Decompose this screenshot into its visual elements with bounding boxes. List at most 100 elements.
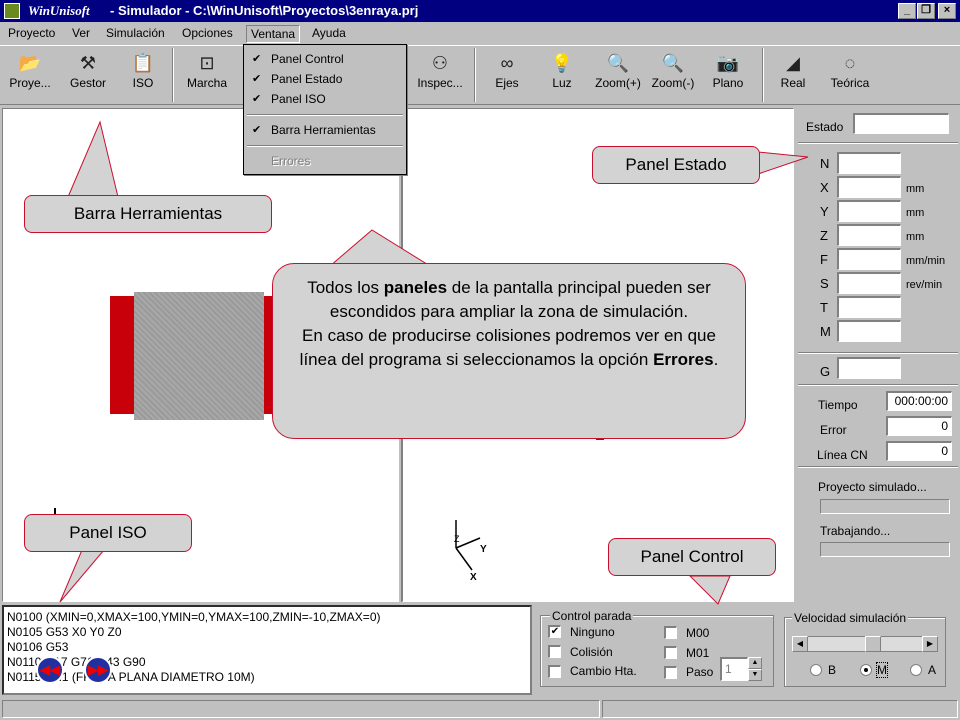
menu-simulacion[interactable]: Simulación bbox=[104, 25, 167, 43]
estado-y-unit: mm bbox=[906, 207, 925, 219]
axis-z-label: Z bbox=[454, 534, 460, 544]
paso-checkbox[interactable] bbox=[664, 666, 677, 679]
estado-t-label: T bbox=[820, 300, 828, 315]
menu-ver[interactable]: Ver bbox=[70, 25, 92, 43]
iso-line[interactable]: N0106 G53 bbox=[7, 640, 530, 655]
toolbar-label: Ejes bbox=[495, 76, 519, 90]
toolbar-separator bbox=[172, 48, 174, 102]
zoom-in-icon: 🔍 bbox=[606, 53, 630, 73]
estado-t-field[interactable] bbox=[837, 296, 901, 318]
app-icon[interactable] bbox=[4, 3, 20, 19]
toolbar-iso-button[interactable]: 📋 ISO bbox=[120, 50, 166, 100]
m00-label: M00 bbox=[686, 626, 710, 640]
callout-text: . bbox=[713, 350, 719, 369]
estado-f-field[interactable] bbox=[837, 248, 901, 270]
callout-text-bold: Errores bbox=[653, 350, 714, 369]
toolbar-label: Plano bbox=[712, 76, 744, 90]
estado-x-field[interactable] bbox=[837, 176, 901, 198]
radio-m[interactable] bbox=[860, 664, 872, 676]
x-axis-line bbox=[455, 547, 473, 571]
menu-opciones[interactable]: Opciones bbox=[180, 25, 235, 43]
estado-z-unit: mm bbox=[906, 231, 925, 243]
window-title: - Simulador - C:\WinUnisoft\Proyectos\3e… bbox=[110, 3, 419, 18]
menu-ayuda[interactable]: Ayuda bbox=[310, 25, 348, 43]
toolbar-luz-button[interactable]: 💡 Luz bbox=[538, 50, 586, 100]
rewind-icon: ◀◀ bbox=[40, 662, 60, 677]
toolbar-inspec-button[interactable]: ⚇ Inspec... bbox=[412, 50, 468, 100]
menu-item-panel-control[interactable]: ✔ Panel Control bbox=[244, 49, 406, 69]
checkmark-icon: ✔ bbox=[550, 626, 560, 637]
slider-left-arrow[interactable]: ◀ bbox=[792, 636, 808, 652]
real-view-icon: ◢ bbox=[786, 53, 800, 73]
minimize-button[interactable]: _ bbox=[898, 3, 916, 19]
toolbar-real-button[interactable]: ◢ Real bbox=[770, 50, 816, 100]
estado-s-field[interactable] bbox=[837, 272, 901, 294]
toolbar-proyecto-button[interactable]: 📂 Proye... bbox=[4, 50, 56, 100]
estado-label: Estado bbox=[806, 120, 844, 134]
theoretical-view-icon: ◌ bbox=[844, 53, 856, 73]
cambio-hta-label: Cambio Hta. bbox=[570, 664, 637, 678]
axis-indicator: Z Y X bbox=[454, 520, 487, 583]
estado-m-field[interactable] bbox=[837, 320, 901, 342]
proyecto-progress-bar bbox=[820, 499, 950, 514]
estado-s-unit: rev/min bbox=[906, 279, 943, 291]
y-axis-line bbox=[455, 537, 481, 549]
iso-panel[interactable]: N0100 (XMIN=0,XMAX=100,YMIN=0,YMAX=100,Z… bbox=[2, 605, 532, 695]
colision-label: Colisión bbox=[570, 645, 613, 659]
radio-b[interactable] bbox=[810, 664, 822, 676]
app-name: WinUnisoft bbox=[28, 3, 90, 18]
rewind-button[interactable]: ◀◀ bbox=[36, 656, 64, 684]
status-bar-section bbox=[2, 700, 600, 718]
paso-input[interactable]: 1 bbox=[720, 657, 748, 681]
g-field[interactable] bbox=[837, 357, 901, 379]
forward-button[interactable]: ▶▶ bbox=[84, 656, 112, 684]
toolbar-label: Inspec... bbox=[417, 76, 463, 90]
menu-item-panel-estado[interactable]: ✔ Panel Estado bbox=[244, 69, 406, 89]
checkmark-icon: ✔ bbox=[252, 73, 262, 85]
paso-spin-up[interactable]: ▲ bbox=[748, 657, 762, 669]
ventana-menu: ✔ Panel Control ✔ Panel Estado ✔ Panel ISO … bbox=[243, 44, 407, 175]
estado-x-unit: mm bbox=[906, 183, 925, 195]
colision-checkbox[interactable] bbox=[548, 645, 561, 658]
menu-ventana[interactable]: Ventana bbox=[246, 25, 301, 43]
estado-z-label: Z bbox=[820, 228, 828, 243]
forward-icon: ▶▶ bbox=[88, 662, 108, 677]
iso-line[interactable]: N0100 (XMIN=0,XMAX=100,YMIN=0,YMAX=100,Z… bbox=[7, 610, 530, 625]
radio-a[interactable] bbox=[910, 664, 922, 676]
arrow-right-icon: ▶ bbox=[926, 639, 934, 648]
callout-text: Todos los bbox=[307, 278, 384, 297]
estado-field[interactable] bbox=[853, 113, 949, 134]
paso-label: Paso bbox=[686, 665, 714, 679]
axis-x-label: X bbox=[470, 572, 477, 583]
paso-spin-down[interactable]: ▼ bbox=[748, 669, 762, 681]
m00-checkbox[interactable] bbox=[664, 626, 677, 639]
toolbar-zoom-out-button[interactable]: 🔍 Zoom(-) bbox=[646, 50, 700, 100]
slider-right-arrow[interactable]: ▶ bbox=[922, 636, 938, 652]
close-button[interactable]: × bbox=[938, 3, 956, 19]
title-bar[interactable]: WinUnisoft - Simulador - C:\WinUnisoft\P… bbox=[0, 0, 960, 22]
iso-line[interactable]: N0105 G53 X0 Y0 Z0 bbox=[7, 625, 530, 640]
cambio-hta-checkbox[interactable] bbox=[548, 665, 561, 678]
estado-z-field[interactable] bbox=[837, 224, 901, 246]
maximize-button[interactable]: ❐ bbox=[917, 3, 935, 19]
toolbar-label: Real bbox=[780, 76, 806, 90]
tiempo-field: 000:00:00 bbox=[886, 391, 952, 411]
toolbar-teorica-button[interactable]: ◌ Teórica bbox=[822, 50, 878, 100]
toolbar-ejes-button[interactable]: ∞ Ejes bbox=[482, 50, 532, 100]
arrow-left-icon: ◀ bbox=[796, 639, 804, 648]
toolbar-marcha-button[interactable]: ⊡ Marcha bbox=[180, 50, 234, 100]
menu-item-panel-iso[interactable]: ✔ Panel ISO bbox=[244, 89, 406, 109]
menu-item-barra-herramientas[interactable]: ✔ Barra Herramientas bbox=[244, 120, 406, 140]
toolbar-zoom-in-button[interactable]: 🔍 Zoom(+) bbox=[590, 50, 646, 100]
estado-n-field[interactable] bbox=[837, 152, 901, 174]
toolbar-label: Zoom(+) bbox=[595, 76, 641, 90]
menu-proyecto[interactable]: Proyecto bbox=[6, 25, 57, 43]
m01-checkbox[interactable] bbox=[664, 646, 677, 659]
ninguno-checkbox[interactable]: ✔ bbox=[548, 625, 561, 638]
toolbar-label: Luz bbox=[552, 76, 572, 90]
toolbar-plano-button[interactable]: 📷 Plano bbox=[704, 50, 752, 100]
toolbar-gestor-button[interactable]: ⚒ Gestor bbox=[62, 50, 114, 100]
velocidad-slider-thumb[interactable] bbox=[865, 636, 881, 652]
estado-y-field[interactable] bbox=[837, 200, 901, 222]
menu-item-errores[interactable]: Errores bbox=[244, 151, 406, 171]
